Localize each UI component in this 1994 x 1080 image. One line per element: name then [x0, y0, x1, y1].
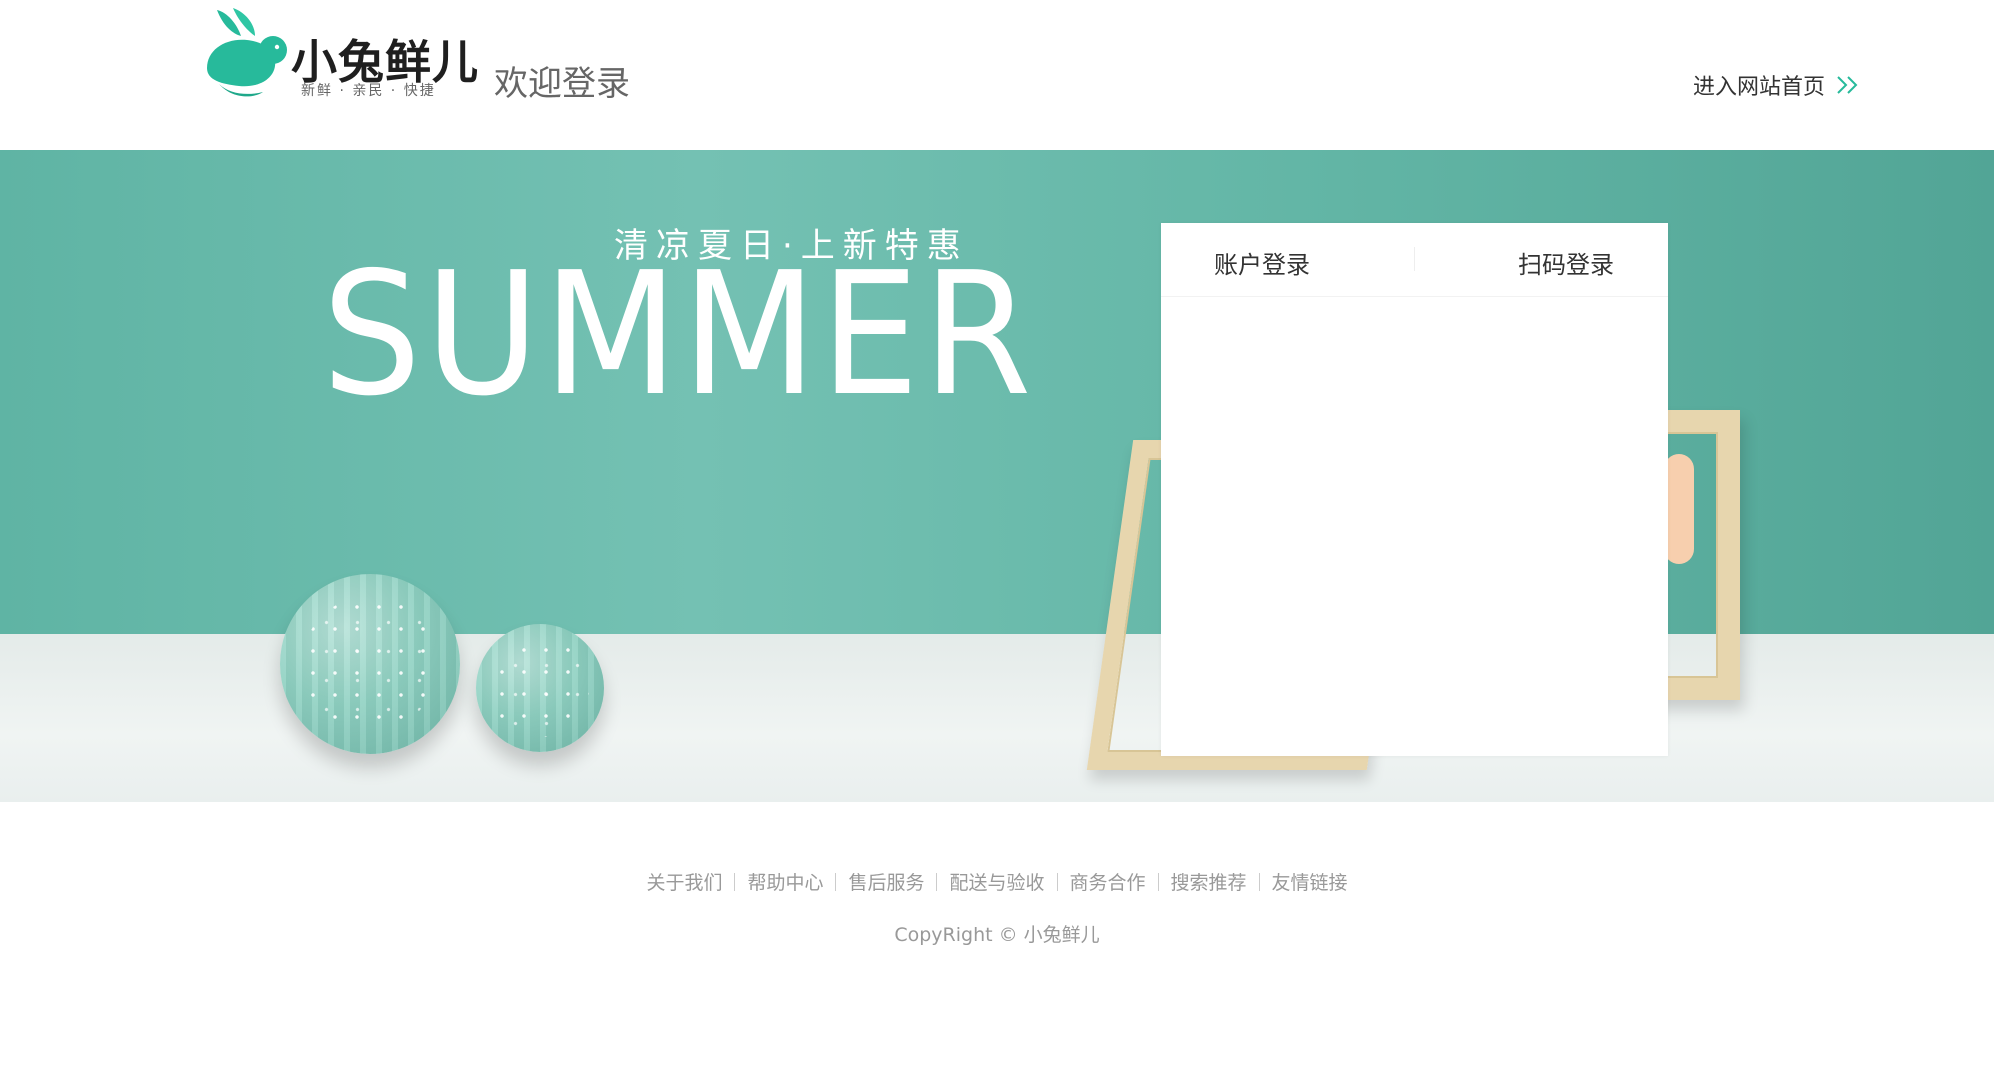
- site-footer: 关于我们 帮助中心 售后服务 配送与验收 商务合作 搜索推荐 友情链接 CopyRight …: [0, 802, 1994, 1080]
- login-panel: 账户登录 扫码登录: [1161, 223, 1668, 756]
- footer-link-business[interactable]: 商务合作: [1070, 872, 1146, 894]
- decor-ball-small: [476, 624, 604, 752]
- footer-link-help[interactable]: 帮助中心: [747, 872, 823, 894]
- footer-separator: [936, 873, 938, 891]
- banner-title: SUMMER: [322, 236, 1036, 434]
- site-header: 小兔鲜儿 新鲜 · 亲民 · 快捷 欢迎登录 进入网站首页: [0, 0, 1994, 150]
- tab-qrcode-login[interactable]: 扫码登录: [1518, 245, 1614, 280]
- footer-separator: [1157, 873, 1159, 891]
- footer-separator: [734, 873, 736, 891]
- decor-pill: [1664, 454, 1694, 564]
- logo-slogan: 新鲜 · 亲民 · 快捷: [301, 83, 436, 99]
- footer-link-about[interactable]: 关于我们: [646, 872, 722, 894]
- home-link[interactable]: 进入网站首页: [1693, 69, 1861, 101]
- double-chevron-right-icon: [1837, 76, 1858, 94]
- footer-link-delivery[interactable]: 配送与验收: [949, 872, 1044, 894]
- page-title: 欢迎登录: [494, 64, 630, 104]
- footer-link-search[interactable]: 搜索推荐: [1171, 872, 1247, 894]
- copyright: CopyRight © 小兔鲜儿: [894, 924, 1100, 946]
- footer-links: 关于我们 帮助中心 售后服务 配送与验收 商务合作 搜索推荐 友情链接: [0, 868, 1994, 895]
- footer-separator: [1056, 873, 1058, 891]
- footer-separator: [1258, 873, 1260, 891]
- decor-ball-large: [280, 574, 460, 754]
- tab-divider: [1414, 247, 1415, 271]
- login-form-area: [1161, 298, 1668, 756]
- login-tabs: 账户登录 扫码登录: [1161, 223, 1668, 297]
- login-banner: 清凉夏日·上新特惠 SUMMER: [0, 150, 1994, 802]
- tab-account-login[interactable]: 账户登录: [1214, 245, 1310, 280]
- footer-link-friends[interactable]: 友情链接: [1272, 872, 1348, 894]
- home-link-label: 进入网站首页: [1693, 75, 1826, 100]
- footer-separator: [835, 873, 837, 891]
- footer-link-after-sales[interactable]: 售后服务: [848, 872, 924, 894]
- site-logo[interactable]: 小兔鲜儿 新鲜 · 亲民 · 快捷: [203, 6, 478, 102]
- rabbit-logo-icon: [207, 8, 287, 97]
